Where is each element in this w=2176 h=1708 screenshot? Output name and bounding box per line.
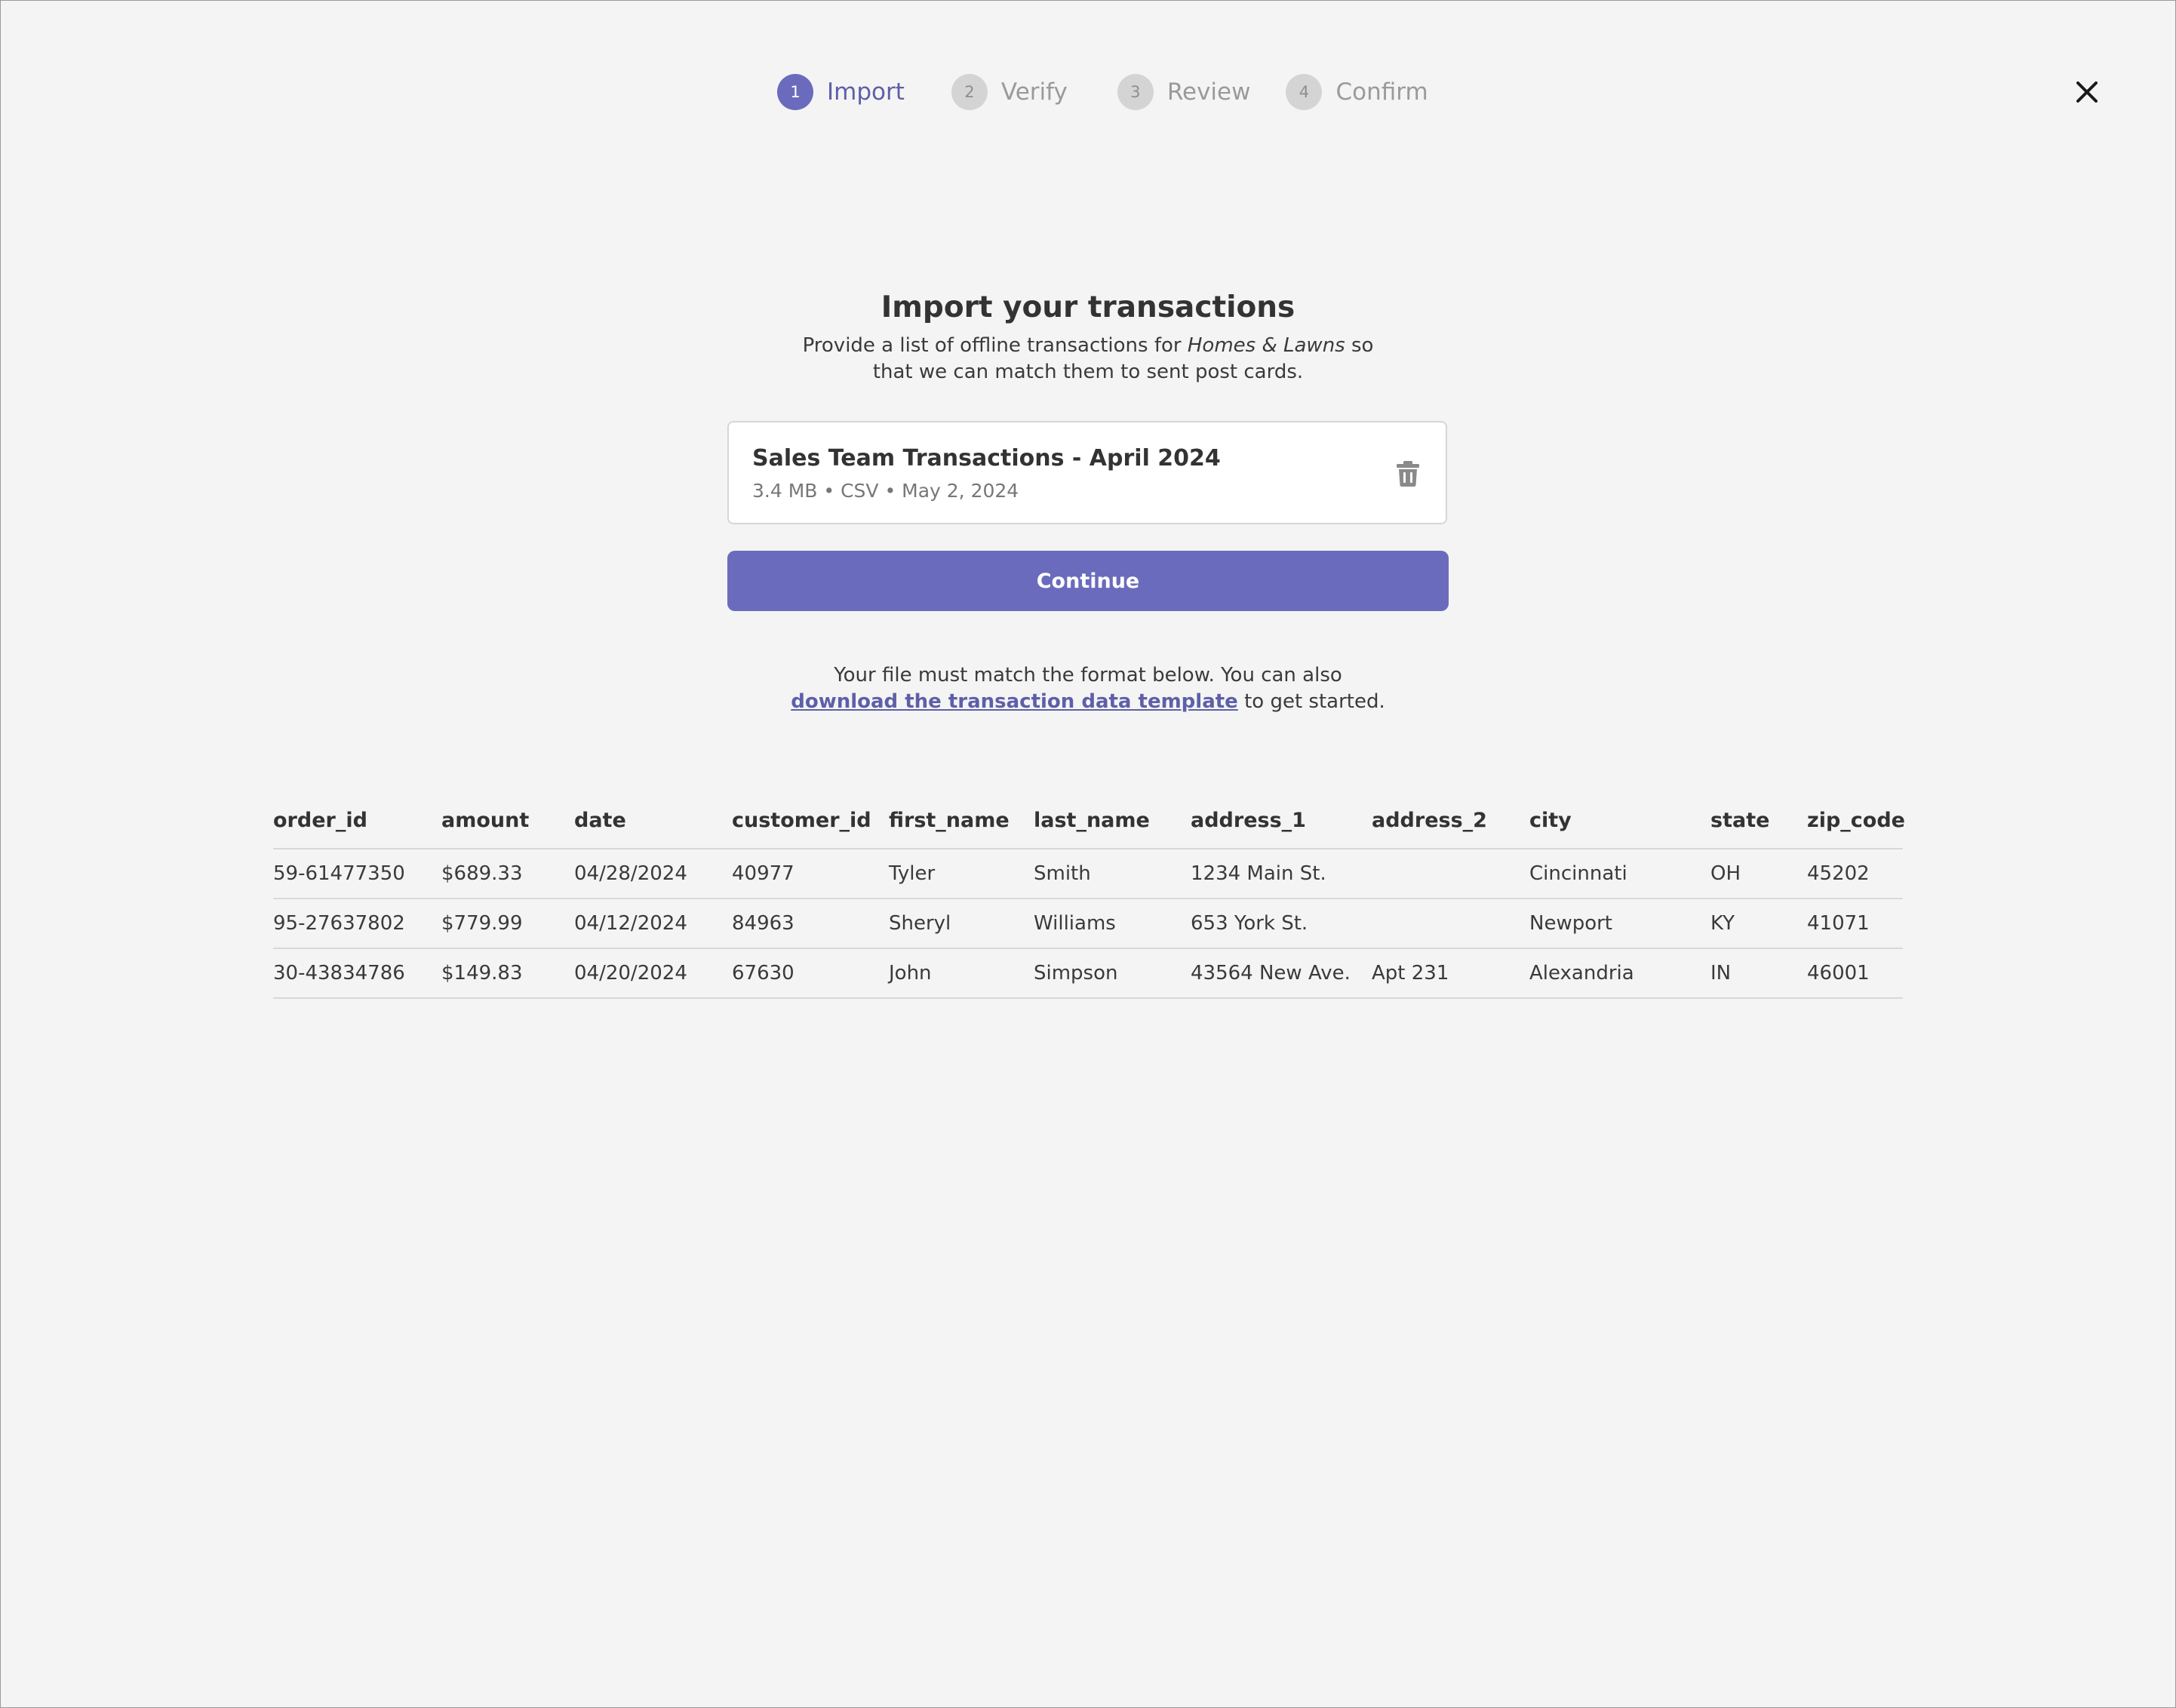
uploaded-file-card: Sales Team Transactions - April 2024 3.4… <box>727 421 1447 524</box>
table-header-row: order_id amount date customer_id first_n… <box>273 792 1905 849</box>
table-cell: Sheryl <box>889 899 1034 949</box>
column-header: address_2 <box>1372 792 1529 849</box>
stepper: 1 Import 2 Verify 3 Review 4 Confirm <box>777 73 1428 111</box>
table-cell: 46001 <box>1807 948 1903 999</box>
column-header: date <box>574 792 732 849</box>
trash-icon <box>1397 461 1419 487</box>
table-cell: Tyler <box>889 849 1034 899</box>
table-cell: 95-27637802 <box>273 899 441 949</box>
page-subtitle: Provide a list of offline transactions f… <box>786 333 1390 386</box>
table-cell <box>1372 849 1529 899</box>
table-cell: Newport <box>1529 899 1710 949</box>
table-cell: 43564 New Ave. <box>1191 948 1372 999</box>
step-label: Confirm <box>1335 78 1428 106</box>
step-number: 2 <box>951 74 988 110</box>
table-cell: IN <box>1710 948 1807 999</box>
delete-file-button[interactable] <box>1396 460 1420 487</box>
table-cell: OH <box>1710 849 1807 899</box>
table-cell: $149.83 <box>441 948 574 999</box>
column-header: zip_code <box>1807 792 1905 849</box>
table-cell: Simpson <box>1034 948 1191 999</box>
table-row: 95-27637802 $779.99 04/12/2024 84963 She… <box>273 899 1903 949</box>
column-header: last_name <box>1034 792 1191 849</box>
table-cell: $689.33 <box>441 849 574 899</box>
step-number: 3 <box>1117 74 1154 110</box>
table-cell: 1234 Main St. <box>1191 849 1372 899</box>
table-cell: 04/28/2024 <box>574 849 732 899</box>
step-verify[interactable]: 2 Verify <box>951 73 1068 111</box>
table-cell: Alexandria <box>1529 948 1710 999</box>
close-icon <box>2076 81 2098 103</box>
help-text-end: to get started. <box>1237 690 1385 713</box>
table-cell: 653 York St. <box>1191 899 1372 949</box>
table-cell: 04/12/2024 <box>574 899 732 949</box>
step-label: Review <box>1166 78 1251 106</box>
table-cell: 45202 <box>1807 849 1903 899</box>
help-line-2: download the transaction data template t… <box>0 689 2176 715</box>
table-cell: Apt 231 <box>1372 948 1529 999</box>
column-header: amount <box>441 792 574 849</box>
download-template-link[interactable]: download the transaction data template <box>791 690 1238 713</box>
step-number: 4 <box>1286 74 1323 110</box>
table-cell: $779.99 <box>441 899 574 949</box>
company-name: Homes & Lawns <box>1187 334 1345 357</box>
step-number: 1 <box>777 74 813 110</box>
column-header: customer_id <box>732 792 889 849</box>
format-help-text: Your file must match the format below. Y… <box>0 662 2176 715</box>
file-meta: 3.4 MB • CSV • May 2, 2024 <box>752 480 1019 502</box>
column-header: city <box>1529 792 1710 849</box>
table-cell: 40977 <box>732 849 889 899</box>
continue-button[interactable]: Continue <box>727 551 1449 611</box>
help-line: Your file must match the format below. Y… <box>834 664 1342 687</box>
table-cell: 04/20/2024 <box>574 948 732 999</box>
table-cell: Williams <box>1034 899 1191 949</box>
column-header: order_id <box>273 792 441 849</box>
table-row: 59-61477350 $689.33 04/28/2024 40977 Tyl… <box>273 849 1903 899</box>
table-cell: John <box>889 948 1034 999</box>
column-header: state <box>1710 792 1807 849</box>
table-cell: KY <box>1710 899 1807 949</box>
table-cell: Smith <box>1034 849 1191 899</box>
step-label: Verify <box>1000 78 1068 106</box>
format-example-table: order_id amount date customer_id first_n… <box>273 792 1905 999</box>
column-header: first_name <box>889 792 1034 849</box>
page-title: Import your transactions <box>881 290 1295 324</box>
table-cell <box>1372 899 1529 949</box>
table-cell: 41071 <box>1807 899 1903 949</box>
table-row: 30-43834786 $149.83 04/20/2024 67630 Joh… <box>273 948 1903 999</box>
table-cell: 59-61477350 <box>273 849 441 899</box>
file-name: Sales Team Transactions - April 2024 <box>752 445 1221 472</box>
close-button[interactable] <box>2070 75 2104 109</box>
step-review[interactable]: 3 Review <box>1117 73 1251 111</box>
step-import[interactable]: 1 Import <box>777 73 905 111</box>
table-cell: Cincinnati <box>1529 849 1710 899</box>
subtitle-text: Provide a list of offline transactions f… <box>802 334 1188 357</box>
table-cell: 84963 <box>732 899 889 949</box>
step-label: Import <box>827 78 905 106</box>
table-cell: 67630 <box>732 948 889 999</box>
table-cell: 30-43834786 <box>273 948 441 999</box>
step-confirm[interactable]: 4 Confirm <box>1286 73 1428 111</box>
column-header: address_1 <box>1191 792 1372 849</box>
